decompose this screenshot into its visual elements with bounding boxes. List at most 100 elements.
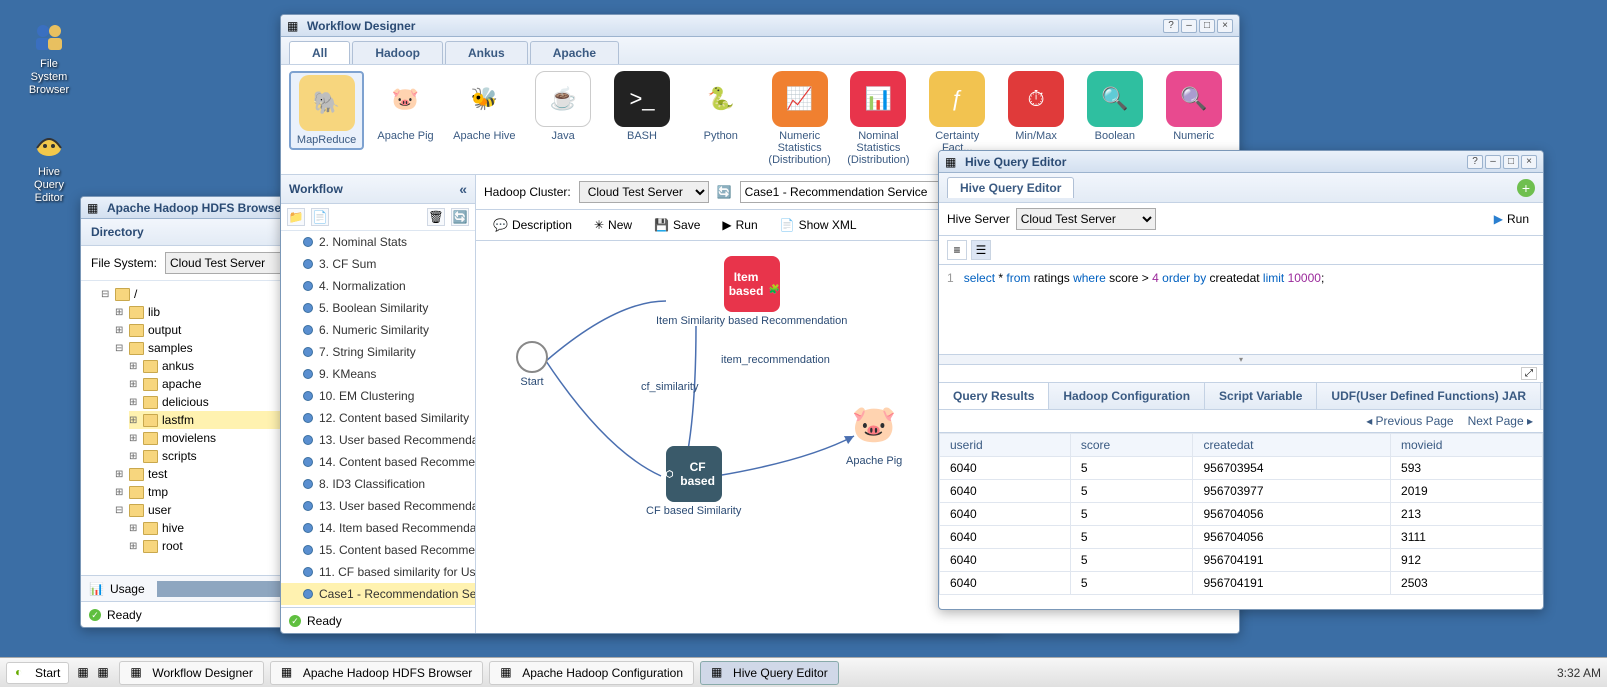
prev-page-button[interactable]: ◂ Previous Page: [1366, 414, 1453, 428]
puzzle-icon: Item based🧩: [724, 256, 780, 312]
start-button[interactable]: ◐ Start: [6, 662, 69, 684]
workflow-item[interactable]: 9. KMeans: [281, 363, 475, 385]
column-header[interactable]: score: [1070, 434, 1193, 457]
workflow-item[interactable]: 15. Content based Recommen...: [281, 539, 475, 561]
hive-server-select[interactable]: Cloud Test Server: [1016, 208, 1156, 230]
titlebar[interactable]: ▦ Workflow Designer ? – □ ×: [281, 15, 1239, 37]
pig-icon: 🐷: [378, 71, 434, 127]
titlebar[interactable]: ▦ Hive Query Editor ? – □ ×: [939, 151, 1543, 173]
workflow-item[interactable]: 2. Nominal Stats: [281, 231, 475, 253]
help-button[interactable]: ?: [1467, 155, 1483, 169]
run-button[interactable]: ▶Run: [1488, 210, 1535, 228]
table-row[interactable]: 60405956703954593: [940, 457, 1543, 480]
task-hdfs-browser[interactable]: ▦Apache Hadoop HDFS Browser: [270, 661, 483, 685]
table-row[interactable]: 60405956704056213: [940, 503, 1543, 526]
palette-boolean[interactable]: 🔍Boolean: [1077, 71, 1152, 142]
task-hadoop-config[interactable]: ▦Apache Hadoop Configuration: [489, 661, 694, 685]
table-row[interactable]: 604059567039772019: [940, 480, 1543, 503]
node-apache-pig[interactable]: 🐷 Apache Pig: [846, 396, 902, 467]
next-page-button[interactable]: Next Page ▸: [1468, 414, 1533, 428]
tab-udf-jar[interactable]: UDF(User Defined Functions) JAR: [1317, 383, 1541, 409]
palette-certainty[interactable]: ƒCertainty Fact...: [920, 71, 995, 154]
palette-java[interactable]: ☕Java: [526, 71, 601, 142]
new-button[interactable]: ✳New: [585, 214, 641, 236]
workflow-item[interactable]: 11. CF based similarity for Use...: [281, 561, 475, 583]
save-button[interactable]: 💾Save: [645, 214, 709, 236]
query-editor[interactable]: 1 select * from ratings where score > 4 …: [939, 265, 1543, 355]
pig-icon: 🐷: [846, 396, 902, 452]
node-start[interactable]: Start: [516, 341, 548, 388]
add-item-button[interactable]: 📄: [311, 208, 329, 226]
delete-button[interactable]: 🗑: [427, 208, 445, 226]
hadoop-cluster-select[interactable]: Cloud Test Server: [579, 181, 709, 203]
task-workflow-designer[interactable]: ▦Workflow Designer: [119, 661, 263, 685]
desktop-icon-file-system-browser[interactable]: File System Browser: [14, 18, 84, 97]
table-row[interactable]: 60405956704191912: [940, 549, 1543, 572]
tab-script-variable[interactable]: Script Variable: [1205, 383, 1317, 409]
maximize-button[interactable]: □: [1503, 155, 1519, 169]
workflow-item[interactable]: Case1 - Recommendation Serv...: [281, 583, 475, 605]
column-header[interactable]: userid: [940, 434, 1071, 457]
workflow-item[interactable]: 14. Content based Recommen...: [281, 451, 475, 473]
close-button[interactable]: ×: [1521, 155, 1537, 169]
list-button[interactable]: ☰: [971, 240, 991, 260]
run-button[interactable]: ▶Run: [713, 214, 766, 236]
add-tab-button[interactable]: +: [1517, 179, 1535, 197]
palette-apache-hive[interactable]: 🐝Apache Hive: [447, 71, 522, 142]
workflow-item[interactable]: 3. CF Sum: [281, 253, 475, 275]
align-left-button[interactable]: ≡: [947, 240, 967, 260]
help-button[interactable]: ?: [1163, 19, 1179, 33]
minimize-button[interactable]: –: [1485, 155, 1501, 169]
tab-all[interactable]: All: [289, 41, 350, 64]
desktop-icon-hive-query-editor[interactable]: Hive Query Editor: [14, 126, 84, 205]
table-row[interactable]: 604059567040563111: [940, 526, 1543, 549]
workflow-item[interactable]: 8. ID3 Classification: [281, 473, 475, 495]
table-row[interactable]: 604059567041912503: [940, 572, 1543, 595]
workflow-item[interactable]: 4. Normalization: [281, 275, 475, 297]
palette-apache-pig[interactable]: 🐷Apache Pig: [368, 71, 443, 142]
palette-nominal-stats[interactable]: 📊Nominal Statistics (Distribution): [841, 71, 916, 166]
minimize-button[interactable]: –: [1181, 19, 1197, 33]
maximize-button[interactable]: □: [1199, 19, 1215, 33]
workflow-item[interactable]: 7. String Similarity: [281, 341, 475, 363]
palette-python[interactable]: 🐍Python: [683, 71, 758, 142]
task-hive-editor[interactable]: ▦Hive Query Editor: [700, 661, 839, 685]
palette-mapreduce[interactable]: 🐘MapReduce: [289, 71, 364, 150]
description-button[interactable]: 💬Description: [484, 214, 581, 236]
workflow-item[interactable]: 13. User based Recommendati...: [281, 495, 475, 517]
splitter[interactable]: ▾: [939, 355, 1543, 365]
column-header[interactable]: movieid: [1391, 434, 1543, 457]
show-xml-button[interactable]: 📄Show XML: [771, 214, 866, 236]
function-icon: ƒ: [929, 71, 985, 127]
add-folder-button[interactable]: 📁: [287, 208, 305, 226]
palette-bash[interactable]: >_BASH: [605, 71, 680, 142]
editor-tab[interactable]: Hive Query Editor: [947, 177, 1074, 198]
workflow-item[interactable]: 12. Content based Similarity: [281, 407, 475, 429]
tab-query-results[interactable]: Query Results: [939, 383, 1049, 409]
palette-minmax[interactable]: ⏱Min/Max: [999, 71, 1074, 142]
workflow-item[interactable]: 5. Boolean Similarity: [281, 297, 475, 319]
node-item-similarity[interactable]: Item based🧩 Item Similarity based Recomm…: [656, 256, 847, 327]
tab-ankus[interactable]: Ankus: [445, 41, 528, 64]
refresh-icon[interactable]: 🔄: [717, 185, 732, 199]
hive-icon: 🐝: [456, 71, 512, 127]
show-desktop-button[interactable]: ▦: [77, 665, 93, 681]
workflow-item[interactable]: 10. EM Clustering: [281, 385, 475, 407]
windows-button[interactable]: ▦: [97, 665, 113, 681]
save-icon: 💾: [654, 218, 669, 232]
workflow-item[interactable]: 14. Item based Recommendati...: [281, 517, 475, 539]
refresh-button[interactable]: 🔄: [451, 208, 469, 226]
node-cf-similarity[interactable]: ⬡CF based CF based Similarity: [646, 446, 741, 517]
workflow-item[interactable]: 13. User based Recommendati...: [281, 429, 475, 451]
tab-hadoop-config[interactable]: Hadoop Configuration: [1049, 383, 1205, 409]
palette-numeric-stats[interactable]: 📈Numeric Statistics (Distribution): [762, 71, 837, 166]
expand-button[interactable]: ⤢: [1521, 367, 1537, 380]
workflow-item[interactable]: 6. Numeric Similarity: [281, 319, 475, 341]
palette-numeric[interactable]: 🔍Numeric: [1156, 71, 1231, 142]
play-icon: ▶: [1494, 212, 1503, 226]
close-button[interactable]: ×: [1217, 19, 1233, 33]
tab-apache[interactable]: Apache: [530, 41, 619, 64]
collapse-button[interactable]: «: [459, 181, 467, 197]
column-header[interactable]: createdat: [1193, 434, 1391, 457]
tab-hadoop[interactable]: Hadoop: [352, 41, 443, 64]
